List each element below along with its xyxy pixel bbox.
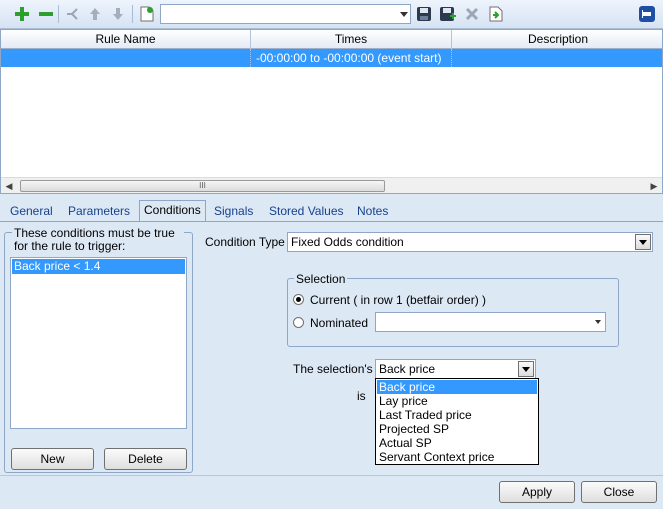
dropdown-option[interactable]: Actual SP [377,436,537,450]
tab-strip: General Parameters Conditions Signals St… [0,198,663,222]
scroll-right-icon[interactable]: ▶ [646,179,662,193]
dropdown-option[interactable]: Back price [377,380,537,394]
add-icon[interactable] [13,5,31,23]
scroll-thumb[interactable]: III [20,180,385,192]
new-document-icon[interactable] [138,5,156,23]
tab-signals[interactable]: Signals [210,202,257,220]
nominated-select[interactable] [375,312,606,332]
selections-label: The selection's [293,362,373,376]
horizontal-scrollbar[interactable]: ◀ III ▶ [1,177,662,193]
chevron-down-icon[interactable] [518,361,534,377]
new-condition-button[interactable]: New [11,448,94,470]
price-type-value: Back price [379,362,436,376]
save-icon[interactable] [415,5,433,23]
price-type-dropdown-list[interactable]: Back price Lay price Last Traded price P… [375,378,539,465]
selection-group-label: Selection [294,272,348,286]
toolbar [0,0,663,29]
column-header-rule-name[interactable]: Rule Name [1,30,251,49]
delete-icon[interactable] [463,5,481,23]
pin-icon[interactable] [638,5,656,23]
toolbar-separator [132,5,133,23]
scroll-left-icon[interactable]: ◀ [1,179,17,193]
chevron-down-icon [400,12,408,17]
conditions-group-label: These conditions must be true for the ru… [12,227,184,253]
table-row[interactable]: -00:00:00 to -00:00:00 (event start) [1,49,662,67]
rules-grid: Rule Name Times Description -00:00:00 to… [0,29,663,194]
remove-icon[interactable] [37,5,55,23]
tab-notes[interactable]: Notes [353,202,392,220]
nominated-radio-label: Nominated [310,316,369,330]
toolbar-separator [58,5,59,23]
current-radio-label: Current ( in row 1 (betfair order) ) [310,293,487,307]
move-up-icon[interactable] [86,5,104,23]
dropdown-option[interactable]: Lay price [377,394,537,408]
import-icon[interactable] [487,5,505,23]
dropdown-option[interactable]: Servant Context price [377,450,537,464]
close-button[interactable]: Close [581,481,657,503]
branch-icon[interactable] [63,5,81,23]
condition-type-value: Fixed Odds condition [291,235,404,249]
list-item[interactable]: Back price < 1.4 [12,259,185,274]
tab-stored-values[interactable]: Stored Values [265,202,348,220]
apply-button[interactable]: Apply [499,481,575,503]
tab-parameters[interactable]: Parameters [64,202,134,220]
condition-type-label: Condition Type [205,235,285,249]
rule-set-combo[interactable] [160,4,411,24]
chevron-down-icon[interactable] [635,234,651,250]
price-type-select[interactable]: Back price [375,359,536,379]
delete-condition-button[interactable]: Delete [104,448,187,470]
chevron-down-icon [595,320,601,324]
tab-conditions[interactable]: Conditions [139,200,206,221]
cell-times: -00:00:00 to -00:00:00 (event start) [251,49,452,67]
grid-header: Rule Name Times Description [1,30,662,49]
cell-rule-name [1,49,251,67]
dropdown-option[interactable]: Last Traded price [377,408,537,422]
conditions-list[interactable]: Back price < 1.4 [10,257,187,429]
condition-type-select[interactable]: Fixed Odds condition [287,232,653,252]
move-down-icon[interactable] [109,5,127,23]
column-header-times[interactable]: Times [251,30,452,49]
column-header-description[interactable]: Description [452,30,662,49]
current-radio[interactable] [293,294,304,305]
cell-description [452,49,662,67]
is-label: is [357,389,366,403]
tab-general[interactable]: General [6,202,57,220]
dropdown-option[interactable]: Projected SP [377,422,537,436]
nominated-radio[interactable] [293,317,304,328]
save-as-icon[interactable] [439,5,457,23]
